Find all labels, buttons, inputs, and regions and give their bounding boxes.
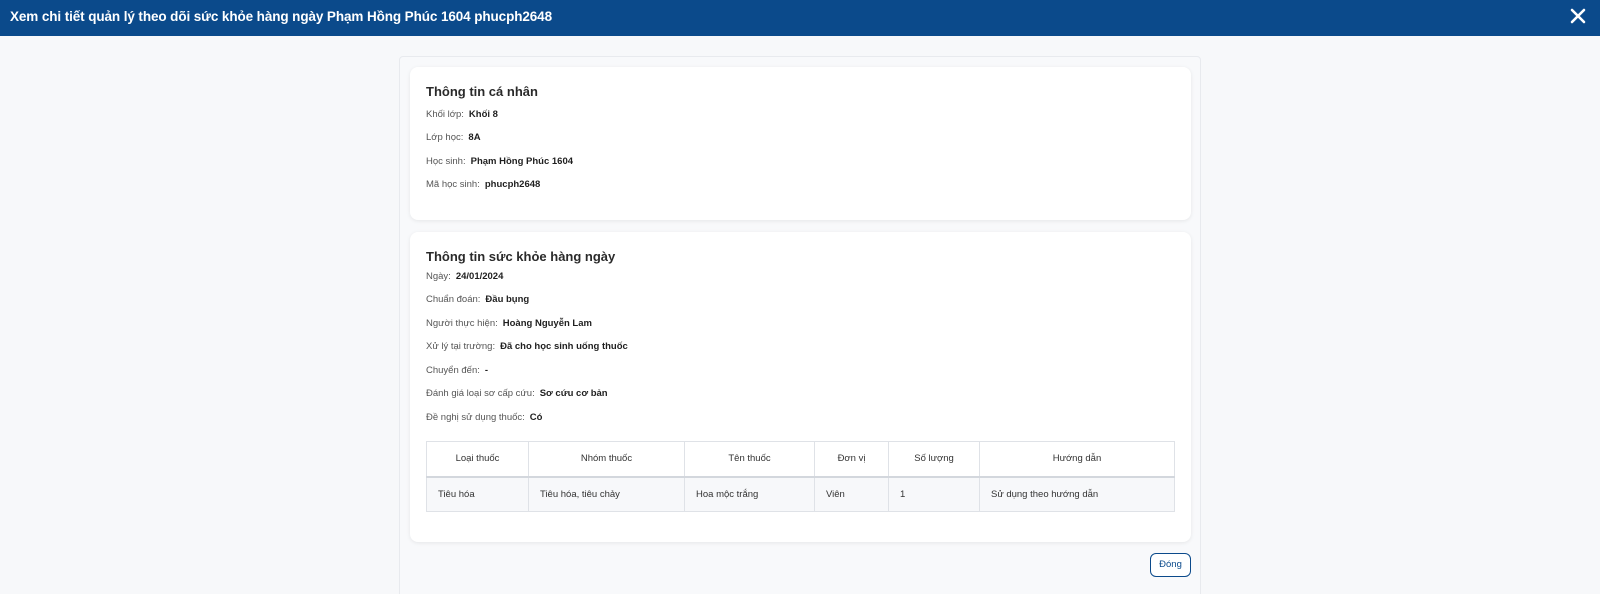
table-row: Tiêu hóa Tiêu hóa, tiêu chảy Hoa mộc trắ…	[426, 476, 1175, 512]
field-student-id: Mã học sinh: phucph2648	[426, 179, 540, 190]
field-treatment: Xử lý tại trường: Đã cho học sinh uống th…	[426, 341, 628, 352]
modal-title: Xem chi tiết quản lý theo dõi sức khỏe h…	[10, 9, 552, 24]
field-value: Hoàng Nguyễn Lam	[502, 318, 592, 329]
field-grade: Khối lớp: Khối 8	[426, 109, 498, 120]
field-label: Chuẩn đoán:	[426, 294, 481, 305]
field-value: Đầu bụng	[485, 294, 530, 305]
field-label: Xử lý tại trường:	[426, 341, 496, 352]
table-cell: Viên	[814, 476, 889, 512]
column-header: Loại thuốc	[426, 441, 529, 478]
field-medicine-request: Đề nghị sử dụng thuốc: Có	[426, 412, 542, 423]
field-student: Học sinh: Phạm Hồng Phúc 1604	[426, 156, 573, 167]
field-value: Phạm Hồng Phúc 1604	[470, 156, 574, 167]
field-value: Khối 8	[468, 109, 498, 120]
column-header: Số lượng	[888, 441, 980, 478]
field-value: Đã cho học sinh uống thuốc	[500, 341, 628, 352]
column-header: Hướng dẫn	[979, 441, 1175, 478]
field-value: 8A	[468, 132, 481, 143]
field-transfer: Chuyển đến: -	[426, 365, 488, 376]
field-label: Đề nghị sử dụng thuốc:	[426, 412, 525, 423]
field-performer: Người thực hiện: Hoàng Nguyễn Lam	[426, 318, 592, 329]
table-cell: Hoa mộc trắng	[684, 476, 815, 512]
field-value: -	[484, 365, 489, 376]
health-info-card: Thông tin sức khỏe hàng ngày Ngày: 24/01/…	[410, 232, 1191, 542]
field-label: Đánh giá loại sơ cấp cứu:	[426, 388, 535, 399]
field-class: Lớp học: 8A	[426, 132, 481, 143]
field-label: Khối lớp:	[426, 109, 464, 120]
close-button[interactable]: Đóng	[1150, 553, 1191, 577]
field-label: Mã học sinh:	[426, 179, 480, 190]
table-cell: Sử dụng theo hướng dẫn	[979, 476, 1175, 512]
field-value: phucph2648	[484, 179, 541, 190]
table-header-row: Loại thuốc Nhóm thuốc Tên thuốc Đơn vị S…	[426, 441, 1175, 478]
health-info-heading: Thông tin sức khỏe hàng ngày	[426, 249, 616, 264]
field-date: Ngày: 24/01/2024	[426, 271, 503, 282]
column-header: Nhóm thuốc	[528, 441, 685, 478]
personal-info-heading: Thông tin cá nhân	[426, 84, 538, 99]
table-cell: 1	[888, 476, 980, 512]
field-label: Học sinh:	[426, 156, 466, 167]
field-label: Ngày:	[426, 271, 451, 282]
field-value: Sơ cứu cơ bản	[539, 388, 608, 399]
column-header: Tên thuốc	[684, 441, 815, 478]
field-value: Có	[529, 412, 543, 423]
close-icon[interactable]	[1564, 2, 1592, 30]
medicine-table: Loại thuốc Nhóm thuốc Tên thuốc Đơn vị S…	[426, 441, 1175, 512]
field-label: Chuyển đến:	[426, 365, 480, 376]
field-value: 24/01/2024	[455, 271, 504, 282]
field-first-aid-type: Đánh giá loại sơ cấp cứu: Sơ cứu cơ bản	[426, 388, 608, 399]
table-cell: Tiêu hóa, tiêu chảy	[528, 476, 685, 512]
table-cell: Tiêu hóa	[426, 476, 529, 512]
field-label: Người thực hiện:	[426, 318, 498, 329]
field-diagnosis: Chuẩn đoán: Đầu bụng	[426, 294, 529, 305]
field-label: Lớp học:	[426, 132, 464, 143]
column-header: Đơn vị	[814, 441, 889, 478]
modal-header: Xem chi tiết quản lý theo dõi sức khỏe h…	[0, 0, 1600, 36]
personal-info-card: Thông tin cá nhân Khối lớp: Khối 8 Lớp họ…	[410, 67, 1191, 220]
